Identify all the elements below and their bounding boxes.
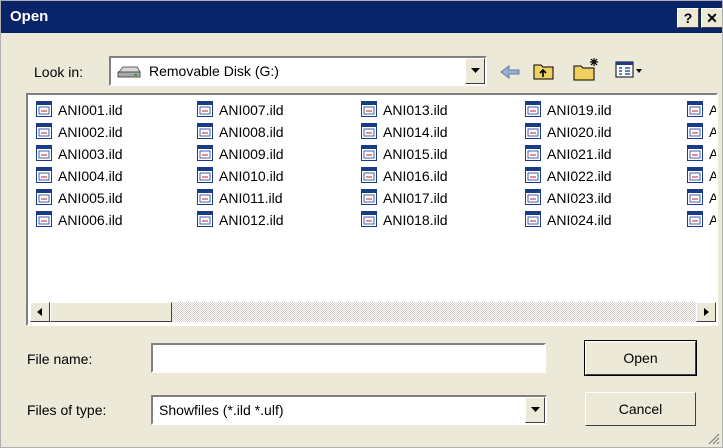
ild-file-icon (36, 189, 52, 205)
ild-file-icon (361, 101, 377, 117)
ild-file-icon (361, 123, 377, 139)
file-name: ANI019.ild (547, 102, 612, 118)
file-name-input[interactable] (151, 343, 546, 373)
view-menu-icon[interactable] (615, 60, 643, 80)
file-name: A (709, 212, 718, 228)
file-name: A (709, 190, 718, 206)
files-of-type-dropdown-button[interactable] (525, 397, 545, 423)
ild-file-icon (36, 211, 52, 227)
file-name: ANI006.ild (58, 212, 123, 228)
ild-file-icon (197, 145, 213, 161)
ild-file-icon (525, 101, 541, 117)
file-name: ANI015.ild (383, 146, 448, 162)
file-name: ANI017.ild (383, 190, 448, 206)
chevron-down-icon (471, 68, 480, 73)
file-name: ANI009.ild (219, 146, 284, 162)
ild-file-icon (525, 145, 541, 161)
file-name: A (709, 168, 718, 184)
window-title: Open (10, 8, 49, 25)
file-name: ANI016.ild (383, 168, 448, 184)
title-bar[interactable]: Open ? ✕ (1, 1, 722, 33)
file-name: ANI012.ild (219, 212, 284, 228)
file-name: ANI010.ild (219, 168, 284, 184)
file-name-label: File name: (27, 351, 93, 367)
ild-file-icon (197, 101, 213, 117)
ild-file-icon (197, 189, 213, 205)
arrow-right-icon (704, 308, 709, 316)
file-name: A (709, 124, 718, 140)
ild-file-icon (36, 167, 52, 183)
scroll-left-button[interactable] (30, 302, 50, 322)
look-in-value: Removable Disk (G:) (149, 63, 279, 79)
back-icon[interactable] (499, 63, 521, 81)
file-name: ANI018.ild (383, 212, 448, 228)
ild-file-icon (687, 101, 703, 117)
files-of-type-value: Showfiles (*.ild *.ulf) (159, 402, 284, 418)
close-button[interactable]: ✕ (701, 8, 722, 28)
ild-file-icon (361, 145, 377, 161)
file-name: ANI002.ild (58, 124, 123, 140)
horizontal-scrollbar[interactable] (30, 302, 716, 322)
file-name: ANI011.ild (219, 190, 283, 206)
ild-file-icon (361, 211, 377, 227)
file-name: ANI013.ild (383, 102, 448, 118)
file-name: ANI004.ild (58, 168, 123, 184)
file-name: ANI001.ild (58, 102, 123, 118)
file-name: ANI024.ild (547, 212, 612, 228)
ild-file-icon (525, 167, 541, 183)
file-name: A (709, 146, 718, 162)
ild-file-icon (525, 123, 541, 139)
cancel-button[interactable]: Cancel (585, 392, 696, 426)
ild-file-icon (36, 101, 52, 117)
ild-file-icon (197, 167, 213, 183)
open-button[interactable]: Open (584, 340, 697, 376)
files-of-type-label: Files of type: (27, 402, 107, 418)
chevron-down-icon (531, 407, 540, 412)
ild-file-icon (197, 211, 213, 227)
ild-file-icon (525, 211, 541, 227)
up-folder-icon[interactable] (532, 60, 556, 82)
file-name: ANI023.ild (547, 190, 612, 206)
file-name: ANI022.ild (547, 168, 612, 184)
ild-file-icon (687, 189, 703, 205)
help-button[interactable]: ? (677, 8, 699, 28)
file-name: A (709, 102, 718, 118)
file-name: ANI003.ild (58, 146, 123, 162)
ild-file-icon (36, 123, 52, 139)
resize-grip-icon[interactable] (706, 431, 720, 445)
file-name: ANI020.ild (547, 124, 612, 140)
scrollbar-thumb[interactable] (50, 302, 172, 322)
file-name: ANI005.ild (58, 190, 123, 206)
file-name: ANI008.ild (219, 124, 284, 140)
ild-file-icon (687, 145, 703, 161)
open-dialog: Open ? ✕ Look in: Removable Disk (G:) AN… (0, 0, 723, 448)
ild-file-icon (36, 145, 52, 161)
ild-file-icon (687, 167, 703, 183)
arrow-left-icon (37, 308, 42, 316)
file-list[interactable]: ANI001.ild ANI002.ild ANI003.ild ANI004.ild… (26, 93, 718, 326)
files-of-type-dropdown[interactable]: Showfiles (*.ild *.ulf) (151, 395, 547, 425)
ild-file-icon (687, 123, 703, 139)
file-name: ANI021.ild (547, 146, 612, 162)
drive-icon (117, 66, 141, 78)
file-name: ANI007.ild (219, 102, 284, 118)
look-in-dropdown[interactable]: Removable Disk (G:) (109, 56, 487, 86)
new-folder-icon[interactable] (572, 57, 600, 83)
scroll-right-button[interactable] (696, 302, 716, 322)
file-name: ANI014.ild (383, 124, 448, 140)
ild-file-icon (197, 123, 213, 139)
look-in-label: Look in: (34, 64, 84, 80)
ild-file-icon (687, 211, 703, 227)
ild-file-icon (525, 189, 541, 205)
ild-file-icon (361, 167, 377, 183)
look-in-dropdown-button[interactable] (465, 58, 485, 84)
ild-file-icon (361, 189, 377, 205)
